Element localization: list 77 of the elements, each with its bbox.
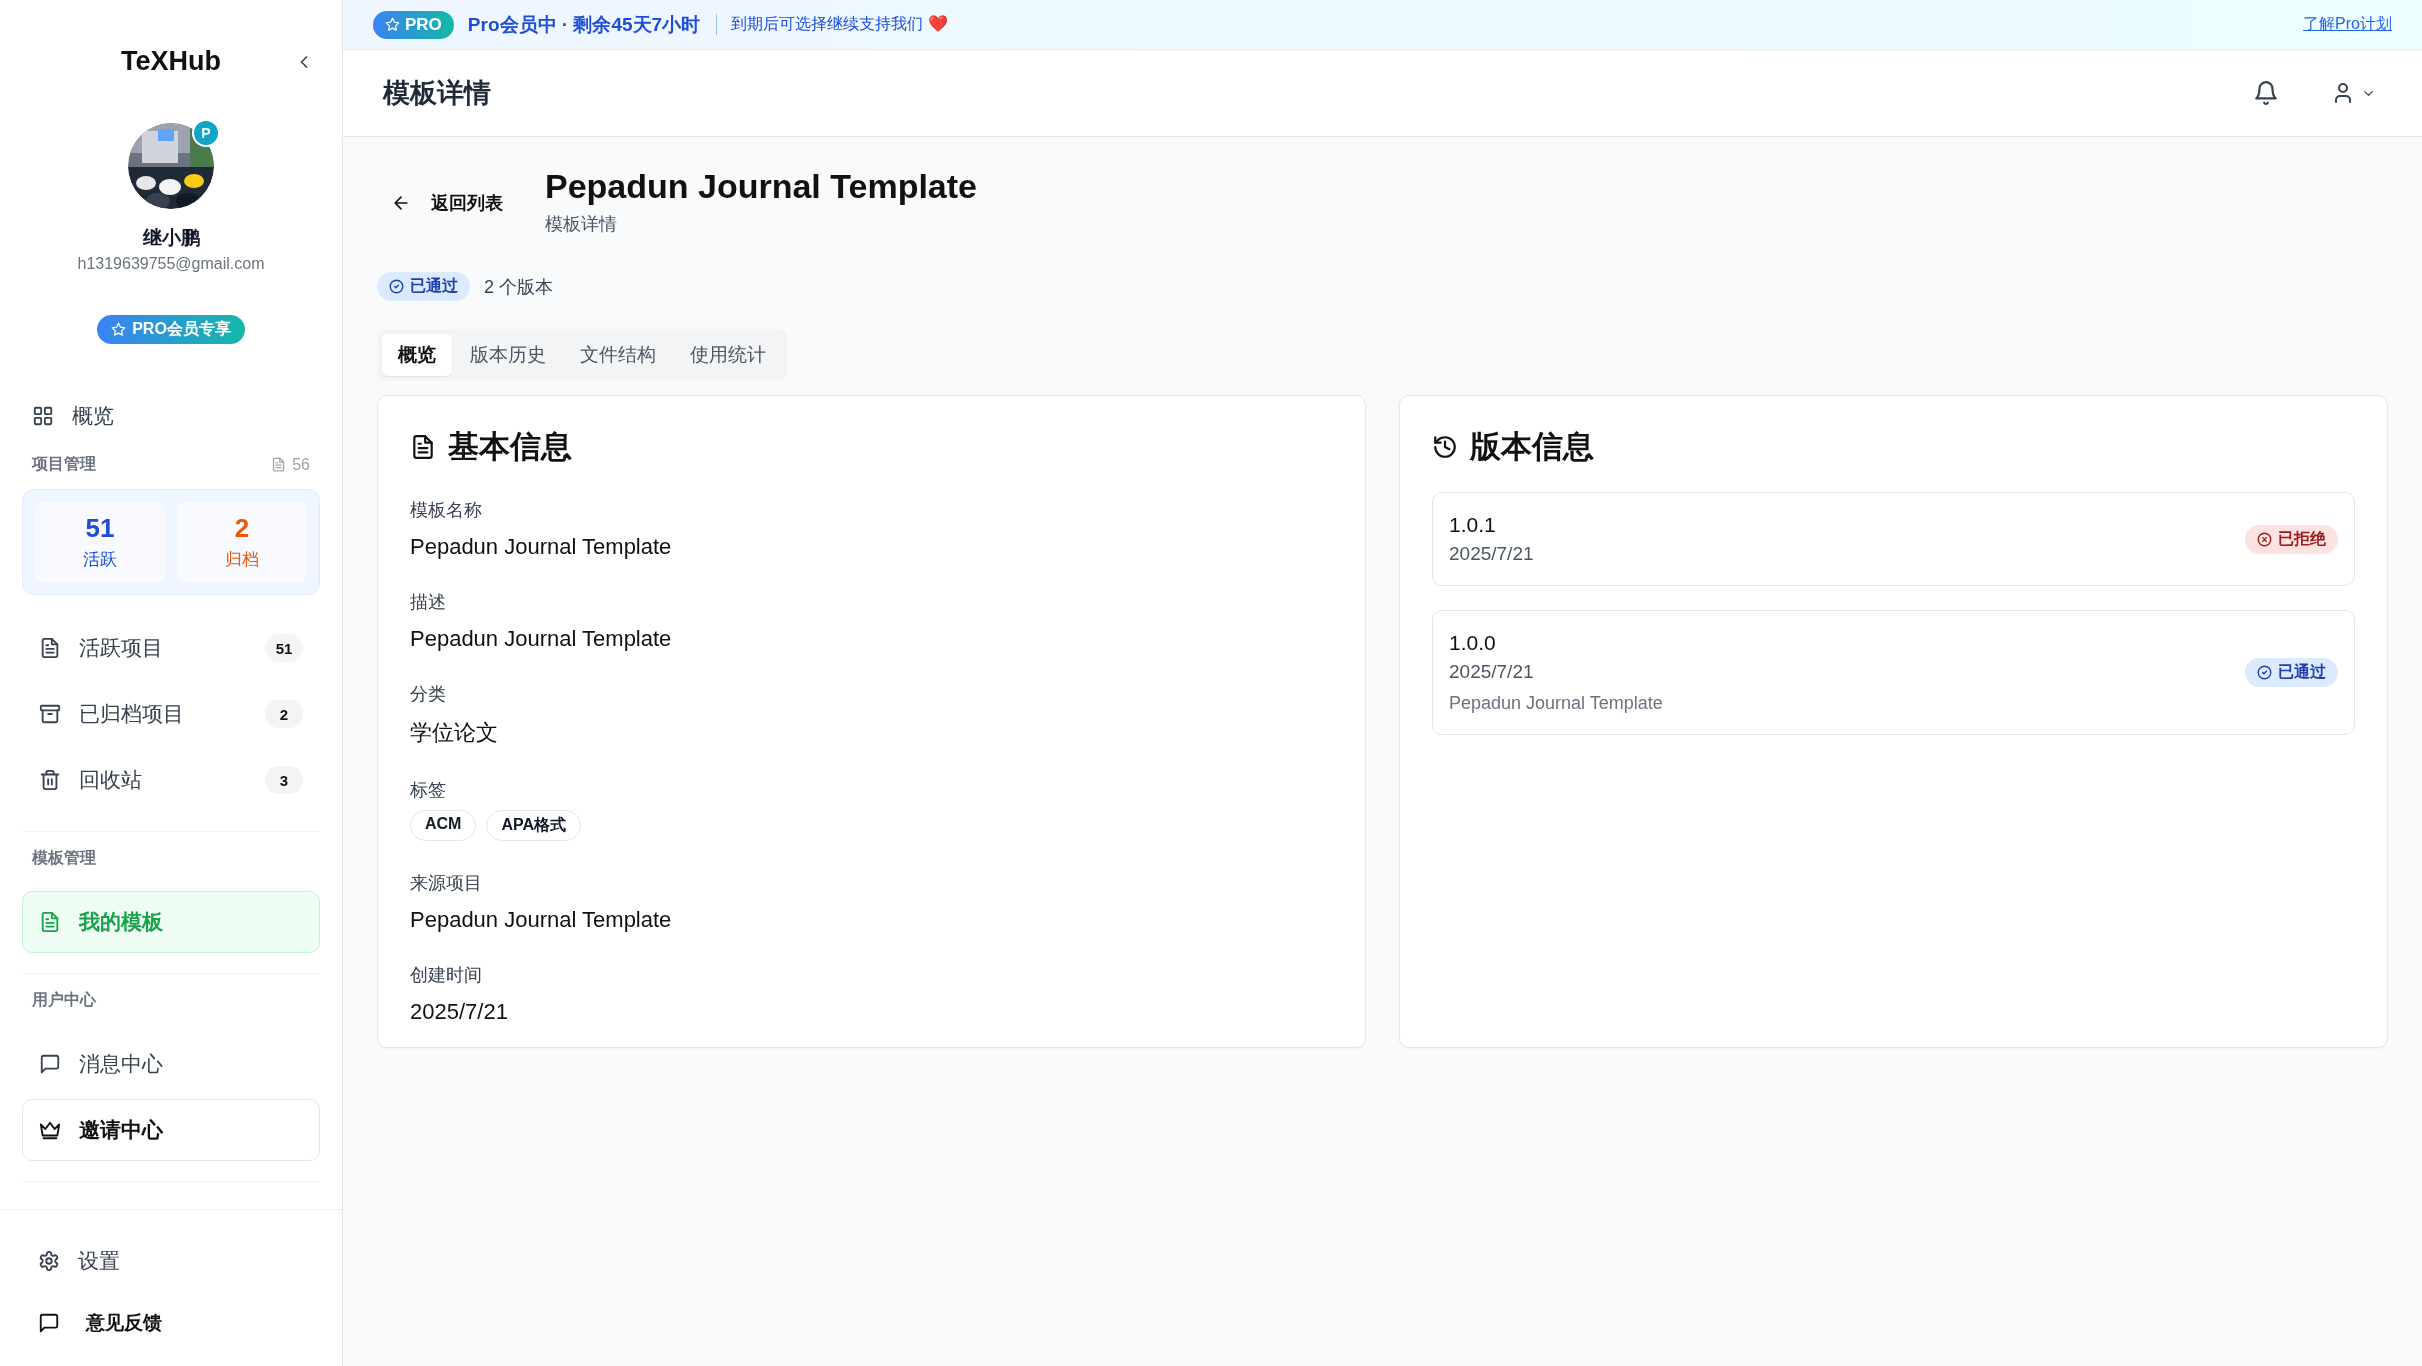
crown-icon bbox=[39, 1119, 61, 1141]
count-badge: 51 bbox=[265, 634, 303, 662]
chat-bubble-icon bbox=[38, 1312, 60, 1334]
project-count: 56 bbox=[271, 455, 310, 474]
version-count: 2 个版本 bbox=[484, 275, 553, 299]
section-title: 项目管理 bbox=[32, 454, 96, 474]
trash-icon bbox=[39, 769, 61, 791]
stat-label: 活跃 bbox=[83, 549, 117, 571]
back-button[interactable]: 返回列表 bbox=[377, 181, 517, 225]
check-circle-icon bbox=[389, 279, 404, 294]
section-title: 模板管理 bbox=[32, 848, 96, 868]
sidebar-item[interactable]: 意见反馈 bbox=[22, 1292, 320, 1354]
sidebar-item[interactable]: 已归档项目 2 bbox=[22, 683, 320, 745]
user-name: 继小鹏 bbox=[142, 226, 200, 250]
star-icon bbox=[111, 322, 127, 337]
archive-box-icon bbox=[39, 703, 61, 725]
chat-bubble-icon bbox=[39, 1053, 61, 1075]
field-value: 学位论文 bbox=[410, 719, 499, 747]
star-icon bbox=[385, 17, 400, 32]
version-date: 2025/7/21 bbox=[1449, 543, 1534, 565]
status-badge: 已通过 bbox=[377, 272, 470, 301]
file-icon bbox=[39, 911, 61, 933]
field-value: 2025/7/21 bbox=[410, 999, 509, 1025]
sidebar-item[interactable]: 消息中心 bbox=[22, 1033, 320, 1095]
sidebar-item[interactable]: 活跃项目 51 bbox=[22, 617, 320, 679]
grid-icon bbox=[32, 405, 54, 427]
user-email: h1319639755@gmail.com bbox=[77, 255, 265, 273]
template-subtitle: 模板详情 bbox=[545, 213, 618, 236]
version-description: Pepadun Journal Template bbox=[1449, 693, 1663, 714]
tab[interactable]: 版本历史 bbox=[454, 334, 562, 376]
pro-badge: PRO bbox=[373, 10, 454, 39]
status-badge: 已通过 bbox=[2245, 658, 2338, 687]
field-label: 来源项目 bbox=[410, 872, 483, 895]
app-logo: TeXHub bbox=[121, 46, 221, 77]
settings-icon bbox=[38, 1250, 60, 1272]
status-badge: 已拒绝 bbox=[2245, 524, 2338, 554]
count-badge: 2 bbox=[265, 700, 303, 728]
field-label: 标签 bbox=[410, 779, 447, 802]
version-date: 2025/7/21 bbox=[1449, 661, 1535, 683]
renewal-note: 到期后可选择继续支持我们 ❤ bbox=[716, 14, 948, 35]
file-icon bbox=[39, 637, 61, 659]
overview-link[interactable]: 概览 bbox=[22, 394, 124, 438]
count-badge: 3 bbox=[265, 766, 303, 794]
pro-badge: PRO会员专享 bbox=[97, 315, 245, 344]
x-circle-icon bbox=[2257, 531, 2272, 547]
bell-icon bbox=[2253, 80, 2279, 106]
card-title: 基本信息 bbox=[410, 426, 572, 468]
sidebar-item[interactable]: 设置 bbox=[22, 1230, 320, 1292]
tab[interactable]: 文件结构 bbox=[564, 334, 672, 376]
field-value: Pepadun Journal Template bbox=[410, 626, 673, 652]
pro-plan-link[interactable]: 了解Pro计划 bbox=[2303, 14, 2392, 35]
membership-status: Pro会员中 · 剩余45天7小时 bbox=[467, 12, 701, 37]
version-number: 1.0.1 bbox=[1449, 513, 1497, 537]
field-label: 分类 bbox=[410, 683, 447, 706]
field-label: 模板名称 bbox=[410, 499, 483, 522]
field-value: Pepadun Journal Template bbox=[410, 534, 673, 560]
stat-value: 2 bbox=[234, 513, 250, 544]
file-icon bbox=[271, 457, 287, 472]
field-label: 创建时间 bbox=[410, 964, 483, 987]
stat-card[interactable]: 51 活跃 bbox=[35, 502, 165, 582]
avatar-badge: P bbox=[192, 119, 220, 147]
field-value: Pepadun Journal Template bbox=[410, 907, 673, 933]
tab[interactable]: 概览 bbox=[382, 334, 452, 376]
stat-label: 归档 bbox=[225, 549, 259, 571]
section-title: 用户中心 bbox=[32, 990, 96, 1010]
sidebar-item[interactable]: 邀请中心 bbox=[22, 1099, 320, 1161]
version-number: 1.0.0 bbox=[1449, 631, 1497, 655]
page-title: 模板详情 bbox=[383, 77, 492, 110]
field-label: 描述 bbox=[410, 591, 447, 614]
card-title: 版本信息 bbox=[1432, 426, 1594, 468]
template-title: Pepadun Journal Template bbox=[545, 167, 977, 206]
history-icon bbox=[1432, 434, 1458, 460]
file-icon bbox=[410, 434, 436, 460]
tab[interactable]: 使用统计 bbox=[674, 334, 782, 376]
check-circle-icon bbox=[2257, 665, 2272, 680]
sidebar-item[interactable]: 回收站 3 bbox=[22, 749, 320, 811]
stat-value: 51 bbox=[85, 513, 115, 544]
